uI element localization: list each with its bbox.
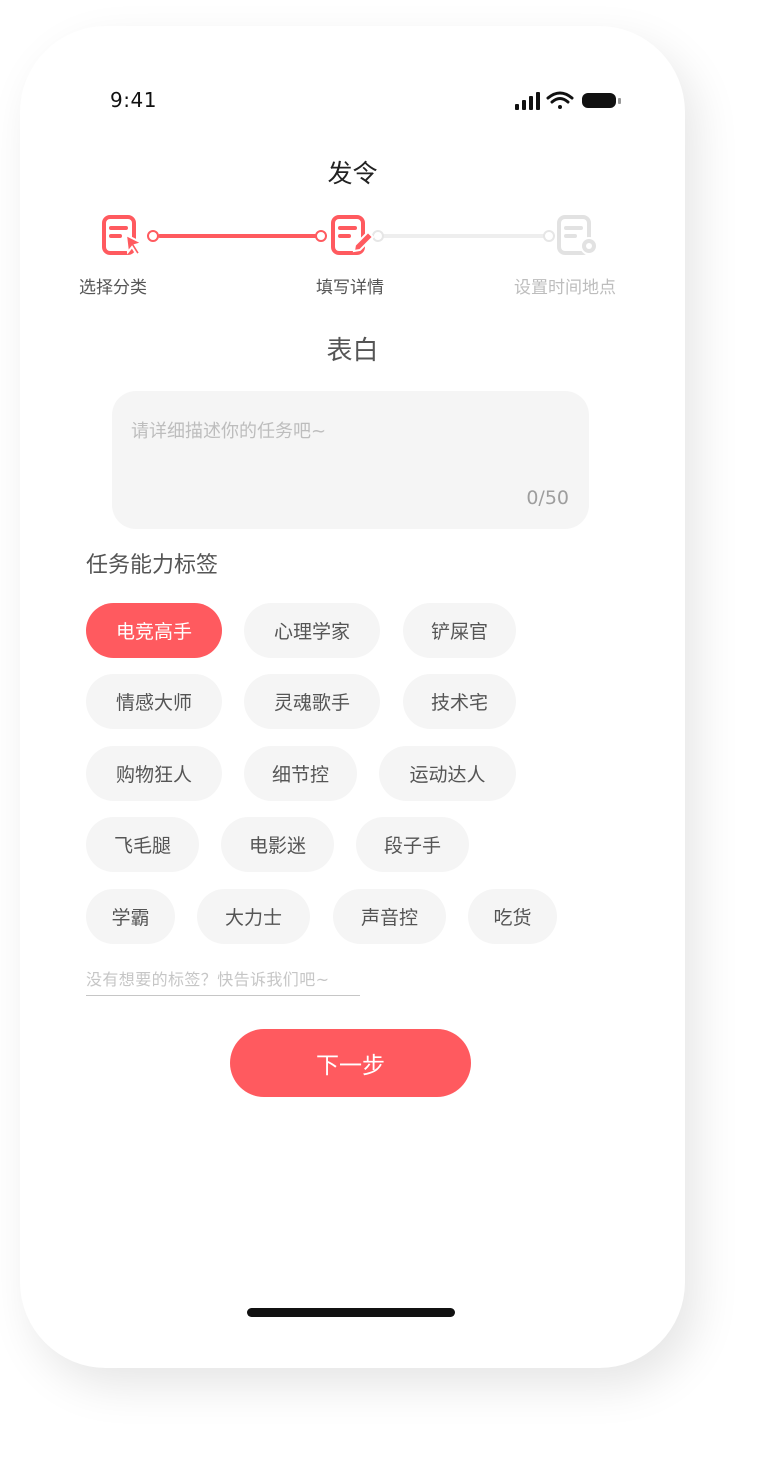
tag-chip[interactable]: 电影迷 <box>221 817 334 872</box>
tag-chip[interactable]: 技术宅 <box>403 674 516 729</box>
tag-chip[interactable]: 飞毛腿 <box>86 817 199 872</box>
character-count: 0/50 <box>526 487 569 509</box>
tag-chip[interactable]: 大力士 <box>197 889 310 944</box>
status-time: 9:41 <box>110 88 157 112</box>
tag-chip[interactable]: 心理学家 <box>244 603 380 658</box>
tag-chip[interactable]: 段子手 <box>356 817 469 872</box>
tag-chip[interactable]: 电竞高手 <box>86 603 222 658</box>
home-indicator <box>247 1308 455 1317</box>
tags-title: 任务能力标签 <box>86 553 219 578</box>
tag-chip[interactable]: 细节控 <box>244 746 357 801</box>
tag-chip[interactable]: 吃货 <box>468 889 557 944</box>
step-dot <box>315 230 327 242</box>
tag-chip[interactable]: 运动达人 <box>379 746 516 801</box>
wifi-icon <box>546 91 574 109</box>
phone-screen: 9:41 发令 选择分类 填写详情 设置时间地点 表白 请详细描述你的任务吧~ … <box>20 26 685 1368</box>
tag-chip[interactable]: 情感大师 <box>86 674 222 729</box>
step-label-1: 选择分类 <box>79 278 147 298</box>
step-dot <box>147 230 159 242</box>
step-connector-1 <box>158 234 321 238</box>
step-connector-2 <box>378 234 548 238</box>
task-description-field[interactable]: 请详细描述你的任务吧~ 0/50 <box>112 391 589 529</box>
suggest-tag-link[interactable]: 没有想要的标签？快告诉我们吧~ <box>86 966 360 996</box>
step-dot <box>543 230 555 242</box>
next-step-button[interactable]: 下一步 <box>230 1029 471 1097</box>
tag-chip[interactable]: 灵魂歌手 <box>244 674 380 729</box>
status-icons <box>515 91 621 110</box>
tag-chip[interactable]: 声音控 <box>333 889 446 944</box>
signal-icon <box>515 92 540 110</box>
category-title: 表白 <box>326 336 379 366</box>
page-title: 发令 <box>327 159 378 188</box>
tag-chip[interactable]: 学霸 <box>86 889 175 944</box>
battery-icon <box>582 93 621 108</box>
tag-chip[interactable]: 铲屎官 <box>403 603 516 658</box>
task-edit-icon <box>331 215 375 255</box>
tag-chip[interactable]: 购物狂人 <box>86 746 222 801</box>
description-placeholder: 请详细描述你的任务吧~ <box>131 421 327 442</box>
task-settings-icon <box>557 215 598 255</box>
step-label-2: 填写详情 <box>316 278 384 298</box>
step-label-3: 设置时间地点 <box>514 278 616 298</box>
task-cursor-icon <box>102 215 145 257</box>
